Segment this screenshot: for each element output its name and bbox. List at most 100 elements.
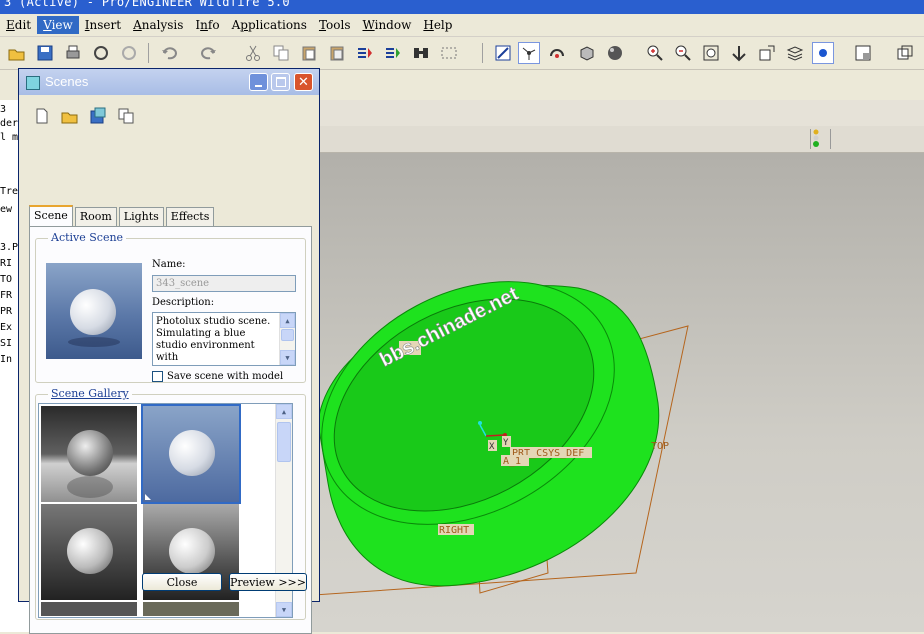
menu-item-edit[interactable]: Edit bbox=[0, 16, 37, 34]
send-mail-icon[interactable] bbox=[90, 42, 112, 64]
top-label: TOP bbox=[651, 441, 669, 452]
menu-item-applications[interactable]: Applications bbox=[226, 16, 313, 34]
minimize-button[interactable] bbox=[249, 73, 268, 91]
save-icon[interactable] bbox=[34, 42, 56, 64]
new-scene-icon[interactable] bbox=[31, 105, 53, 127]
dialog-tabs: Scene Room Lights Effects bbox=[29, 205, 216, 228]
saved-views-icon[interactable] bbox=[756, 42, 778, 64]
app-title-bar: 3 (Active) - Pro/ENGINEER Wildfire 5.0 bbox=[0, 0, 924, 14]
model-view: PRT_CSYS_DEF TOP RIGHT A_1 X Y bbs.china… bbox=[269, 281, 689, 599]
gallery-item-blue-studio[interactable] bbox=[141, 404, 241, 504]
gallery-item-6[interactable] bbox=[143, 602, 239, 616]
close-window-button[interactable]: ✕ bbox=[294, 73, 313, 91]
view-settings-icon[interactable] bbox=[852, 42, 874, 64]
maximize-button[interactable] bbox=[271, 73, 290, 91]
regen-icon[interactable] bbox=[354, 42, 376, 64]
menu-item-window[interactable]: Window bbox=[356, 16, 417, 34]
menu-item-insert[interactable]: Insert bbox=[79, 16, 127, 34]
preview-button[interactable]: Preview >>> bbox=[229, 573, 307, 591]
tree-item[interactable]: 3.P bbox=[0, 242, 18, 253]
paste-icon[interactable] bbox=[298, 42, 320, 64]
gallery-item-5[interactable] bbox=[41, 602, 137, 616]
gallery-scroll-down-icon[interactable]: ▼ bbox=[276, 602, 292, 617]
tree-item[interactable]: FR bbox=[0, 290, 12, 301]
tab-scene[interactable]: Scene bbox=[29, 205, 73, 228]
dialog-title-bar[interactable]: Scenes ✕ bbox=[19, 69, 319, 95]
shading-icon[interactable] bbox=[576, 42, 598, 64]
tab-lights[interactable]: Lights bbox=[118, 207, 164, 227]
save-with-model-label: Save scene with model bbox=[167, 371, 284, 382]
label-top: TOP bbox=[651, 441, 669, 452]
description-scrollbar[interactable]: ▲ ▼ bbox=[279, 313, 295, 365]
selected-corner-icon bbox=[145, 494, 151, 500]
gallery-item-gray-floor[interactable] bbox=[41, 504, 137, 600]
regenerate-icon[interactable] bbox=[118, 42, 140, 64]
print-icon[interactable] bbox=[62, 42, 84, 64]
save-with-model-checkbox[interactable] bbox=[152, 371, 163, 382]
tree-item[interactable]: PR bbox=[0, 306, 12, 317]
label-y: Y bbox=[502, 436, 511, 448]
minimize-icon bbox=[255, 84, 262, 87]
dashboard-strip bbox=[318, 100, 924, 126]
repaint-icon[interactable] bbox=[492, 42, 514, 64]
menu-item-analysis[interactable]: Analysis bbox=[127, 16, 189, 34]
redo-icon[interactable] bbox=[198, 42, 220, 64]
reorient-icon[interactable] bbox=[728, 42, 750, 64]
menu-item-tools[interactable]: Tools bbox=[313, 16, 357, 34]
scroll-down-icon[interactable]: ▼ bbox=[280, 350, 295, 365]
gallery-item-chrome[interactable] bbox=[41, 406, 137, 502]
right-label: RIGHT bbox=[439, 525, 469, 536]
open-scene-icon[interactable] bbox=[59, 105, 81, 127]
scene-name-input[interactable]: 343_scene bbox=[152, 275, 296, 292]
tree-item[interactable]: ew bbox=[0, 204, 12, 215]
tree-item[interactable]: Tre bbox=[0, 186, 18, 197]
gallery-scroll-thumb[interactable] bbox=[277, 422, 291, 462]
open-icon[interactable] bbox=[6, 42, 28, 64]
menu-item-view[interactable]: View bbox=[37, 16, 79, 34]
tree-item[interactable]: der bbox=[0, 118, 18, 129]
gallery-scroll-up-icon[interactable]: ▲ bbox=[276, 404, 292, 419]
close-button[interactable]: Close bbox=[142, 573, 222, 591]
regen-manager-icon[interactable] bbox=[382, 42, 404, 64]
main-toolbar bbox=[0, 37, 924, 70]
axis-a1-label: A_1 bbox=[503, 456, 521, 467]
tree-item[interactable]: SI bbox=[0, 338, 12, 349]
copy-scene-icon[interactable] bbox=[115, 105, 137, 127]
appearance-sphere-icon[interactable] bbox=[604, 42, 626, 64]
find-icon[interactable] bbox=[410, 42, 432, 64]
tab-effects[interactable]: Effects bbox=[165, 207, 215, 227]
tree-item[interactable]: TO bbox=[0, 274, 12, 285]
status-strip bbox=[318, 126, 924, 153]
zoom-out-icon[interactable] bbox=[672, 42, 694, 64]
scroll-thumb[interactable] bbox=[281, 329, 294, 341]
description-textarea[interactable]: Photolux studio scene. Simulating a blue… bbox=[152, 312, 296, 366]
menu-item-help[interactable]: Help bbox=[417, 16, 458, 34]
refit-icon[interactable] bbox=[700, 42, 722, 64]
window-tile-icon[interactable] bbox=[894, 42, 916, 64]
zoom-in-icon[interactable] bbox=[644, 42, 666, 64]
layers-icon[interactable] bbox=[784, 42, 806, 64]
spin-center-icon[interactable] bbox=[518, 42, 540, 64]
description-label: Description: bbox=[152, 297, 215, 308]
tree-item[interactable]: 3 bbox=[0, 104, 6, 115]
graphics-viewport[interactable]: PRT_CSYS_DEF TOP RIGHT A_1 X Y bbs.china… bbox=[218, 153, 924, 632]
active-scene-preview bbox=[46, 263, 142, 359]
orient-mode-icon[interactable] bbox=[546, 42, 568, 64]
menu-item-info[interactable]: Info bbox=[189, 16, 225, 34]
paste-special-icon[interactable] bbox=[326, 42, 348, 64]
scroll-up-icon[interactable]: ▲ bbox=[280, 313, 295, 328]
copy-icon[interactable] bbox=[270, 42, 292, 64]
label-right: RIGHT bbox=[438, 524, 474, 536]
select-box-icon[interactable] bbox=[438, 42, 460, 64]
undo-icon[interactable] bbox=[158, 42, 180, 64]
tree-item[interactable]: l m bbox=[0, 132, 18, 143]
tree-item[interactable]: Ex bbox=[0, 322, 12, 333]
menu-bar: Edit View Insert Analysis Info Applications To… bbox=[0, 14, 924, 37]
tree-item[interactable]: In bbox=[0, 354, 12, 365]
save-scene-icon[interactable] bbox=[87, 105, 109, 127]
tab-room[interactable]: Room bbox=[74, 207, 117, 227]
view-manager-icon[interactable] bbox=[812, 42, 834, 64]
cut-icon[interactable] bbox=[242, 42, 264, 64]
tree-item[interactable]: RI bbox=[0, 258, 12, 269]
y-label: Y bbox=[503, 438, 509, 448]
